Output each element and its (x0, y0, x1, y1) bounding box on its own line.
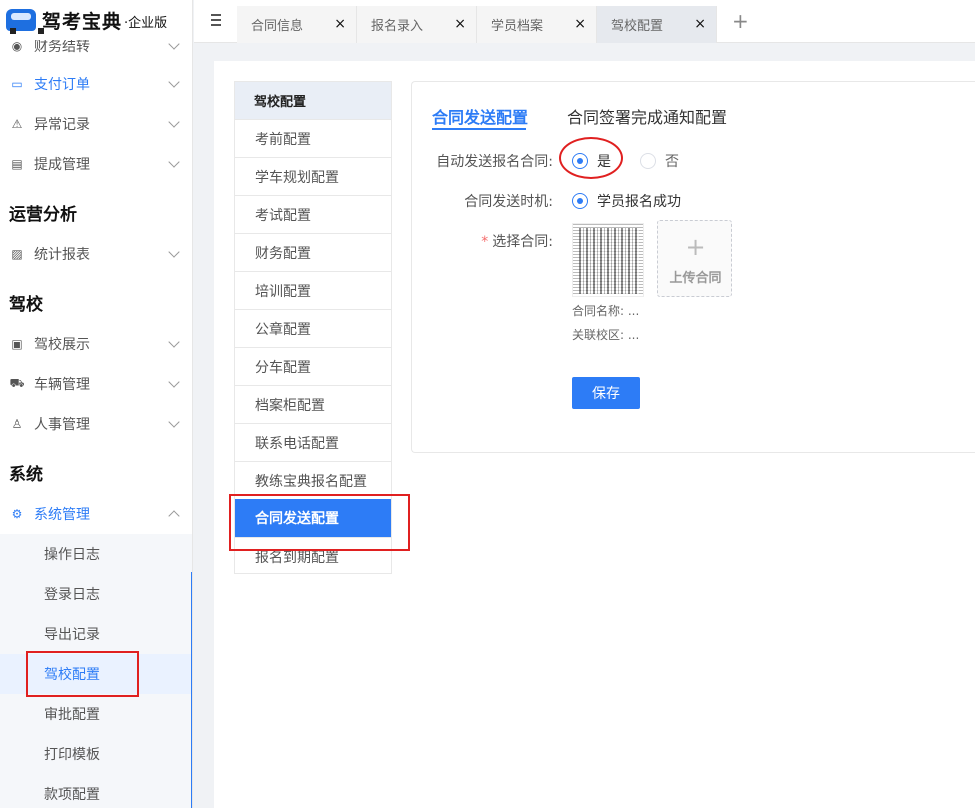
auto-send-label: 自动发送报名合同: (436, 154, 553, 170)
tab-bar: 合同信息 × 报名录入 × 学员档案 × 驾校配置 × + (194, 0, 975, 43)
car-logo-icon (6, 9, 44, 34)
tab-label: 学员档案 (491, 19, 544, 34)
radio-checked-icon (572, 193, 588, 209)
sidebar-item-label: 系统管理 (34, 507, 90, 523)
annotation-box-nav (229, 494, 410, 551)
wallet-icon: ◉ (11, 39, 23, 53)
sidebar-subitem-login-log[interactable]: 登录日志 (0, 574, 191, 614)
contract-name: 合同名称: ... (572, 304, 640, 318)
select-contract-text: 选择合同: (492, 234, 553, 250)
close-icon[interactable]: × (574, 16, 586, 32)
chevron-down-icon (168, 156, 180, 168)
config-nav-item[interactable]: 学车规划配置 (235, 157, 391, 195)
annotation-ellipse (559, 137, 623, 179)
chevron-down-icon (168, 336, 180, 348)
sidebar-item-label: 异常记录 (34, 117, 90, 133)
car-icon: ⛟ (9, 376, 25, 390)
logo: 驾考宝典 ·企业版 (0, 0, 192, 40)
select-contract-label: * 选择合同: (481, 231, 553, 251)
card-icon: ▭ (11, 77, 23, 91)
annotation-box-sidebar (26, 651, 139, 697)
sidebar-subitem-export-records[interactable]: 导出记录 (0, 614, 191, 654)
menu-fold-icon[interactable] (208, 14, 222, 26)
close-icon[interactable]: × (454, 16, 466, 32)
warning-icon: ⚠ (11, 117, 23, 131)
upload-contract-label: 上传合同 (669, 271, 722, 286)
active-tab-underline (432, 128, 526, 130)
chevron-up-icon (168, 510, 180, 522)
sidebar-item-payment-orders[interactable]: ▭ 支付订单 (0, 64, 192, 104)
chevron-down-icon (168, 246, 180, 258)
tab-label: 驾校配置 (611, 19, 664, 34)
upload-contract-button[interactable]: + 上传合同 (657, 220, 732, 297)
config-nav-item[interactable]: 财务配置 (235, 233, 391, 271)
sidebar-subitem-payment-items[interactable]: 款项配置 (0, 774, 191, 808)
chevron-down-icon (168, 116, 180, 128)
tab-enrollment-entry[interactable]: 报名录入 × (357, 6, 477, 43)
auto-send-no-radio[interactable]: 否 (640, 151, 679, 171)
radio-label: 学员报名成功 (597, 194, 681, 210)
tab-sign-complete-notice[interactable]: 合同签署完成通知配置 (567, 104, 727, 128)
tab-label: 合同信息 (251, 19, 304, 34)
config-nav-item[interactable]: 培训配置 (235, 271, 391, 309)
sidebar-item-label: 人事管理 (34, 417, 90, 433)
sidebar-item-commission[interactable]: ▤ 提成管理 (0, 144, 192, 184)
config-nav-item[interactable]: 档案柜配置 (235, 385, 391, 423)
config-nav-item[interactable]: 公章配置 (235, 309, 391, 347)
config-nav-header: 驾校配置 (235, 82, 391, 119)
save-button[interactable]: 保存 (572, 377, 640, 409)
config-nav-item[interactable]: 考前配置 (235, 119, 391, 157)
required-mark: * (481, 234, 489, 250)
sidebar-item-exception-records[interactable]: ⚠ 异常记录 (0, 104, 192, 144)
section-title-system: 系统 (9, 465, 43, 485)
close-icon[interactable]: × (334, 16, 346, 32)
sidebar-subitem-print-templates[interactable]: 打印模板 (0, 734, 191, 774)
section-title-analysis: 运营分析 (9, 205, 77, 225)
plus-icon: + (685, 233, 706, 261)
sidebar-item-label: 车辆管理 (34, 377, 90, 393)
sidebar-item-vehicles[interactable]: ⛟ 车辆管理 (0, 364, 192, 404)
sidebar-item-statistics[interactable]: ▨ 统计报表 (0, 234, 192, 274)
radio-label: 否 (665, 154, 679, 170)
contract-thumbnail[interactable] (572, 223, 644, 297)
submenu-indicator-line (191, 572, 192, 808)
send-time-label: 合同发送时机: (464, 194, 553, 210)
sidebar-item-hr[interactable]: ♙ 人事管理 (0, 404, 192, 444)
sidebar-item-label: 统计报表 (34, 247, 90, 263)
user-icon: ♙ (11, 417, 23, 431)
chevron-down-icon (168, 76, 180, 88)
chart-icon: ▨ (11, 247, 23, 261)
config-nav-item[interactable]: 联系电话配置 (235, 423, 391, 461)
sidebar-item-school-display[interactable]: ▣ 驾校展示 (0, 324, 192, 364)
config-nav-item[interactable]: 分车配置 (235, 347, 391, 385)
document-edit-icon: ▤ (11, 157, 23, 171)
tab-school-config[interactable]: 驾校配置 × (597, 6, 717, 43)
tab-contract-send-config[interactable]: 合同发送配置 (432, 104, 528, 128)
sidebar-subitem-operation-log[interactable]: 操作日志 (0, 534, 191, 574)
send-time-radio[interactable]: 学员报名成功 (572, 191, 681, 211)
tab-label: 报名录入 (371, 19, 424, 34)
sidebar-subitem-approval-config[interactable]: 审批配置 (0, 694, 191, 734)
sidebar-item-label: 提成管理 (34, 157, 90, 173)
gear-icon: ⚙ (11, 507, 23, 521)
sidebar-item-label: 支付订单 (34, 77, 90, 93)
radio-unchecked-icon (640, 153, 656, 169)
sidebar-item-system-management[interactable]: ⚙ 系统管理 (0, 494, 192, 534)
chevron-down-icon (168, 416, 180, 428)
tab-contract-info[interactable]: 合同信息 × (237, 6, 357, 43)
sidebar-item-label: 驾校展示 (34, 337, 90, 353)
chevron-down-icon (168, 376, 180, 388)
config-nav-item[interactable]: 考试配置 (235, 195, 391, 233)
close-icon[interactable]: × (694, 16, 706, 32)
chevron-down-icon (168, 38, 180, 50)
section-title-school: 驾校 (9, 295, 43, 315)
monitor-icon: ▣ (11, 337, 23, 351)
tab-student-records[interactable]: 学员档案 × (477, 6, 597, 43)
logo-edition: ·企业版 (124, 16, 168, 31)
logo-name: 驾考宝典 (42, 10, 123, 33)
contract-campus: 关联校区: ... (572, 328, 640, 342)
add-tab-icon[interactable]: + (732, 11, 749, 31)
